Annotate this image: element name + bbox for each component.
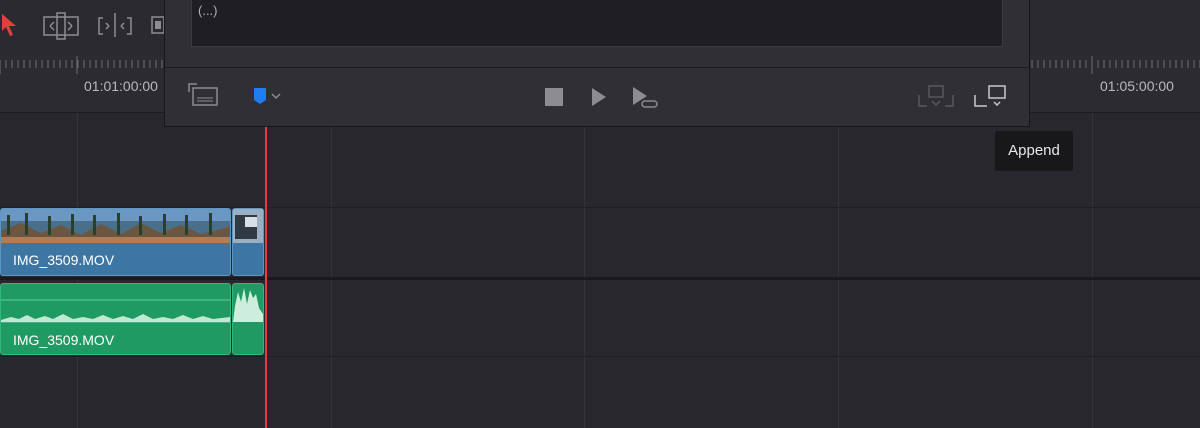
video-clip[interactable]: IMG_3509.MOV — [0, 208, 231, 276]
playhead[interactable] — [265, 112, 267, 428]
render-text-value: (...) — [198, 3, 218, 18]
render-cache-icon[interactable] — [187, 82, 221, 110]
timecode-label-1: 01:01:00:00 — [84, 78, 158, 94]
render-panel: (...) — [164, 0, 1030, 127]
grid-line — [1092, 113, 1093, 428]
render-panel-controls — [165, 67, 1029, 128]
play-loop-icon[interactable] — [633, 87, 659, 109]
grid-line — [331, 113, 332, 428]
insert-icon[interactable] — [917, 84, 955, 110]
grid-line — [838, 113, 839, 428]
stop-icon[interactable] — [545, 88, 563, 106]
audio-waveform — [1, 299, 230, 323]
trim-tool-icon[interactable] — [42, 10, 80, 40]
timecode-label-2: 01:05:00:00 — [1100, 78, 1174, 94]
audio-clip-segment[interactable] — [232, 283, 264, 355]
audio-clip-name: IMG_3509.MOV — [13, 332, 115, 348]
append-icon[interactable] — [973, 84, 1009, 110]
dynamic-trim-icon[interactable] — [97, 10, 133, 40]
play-icon[interactable] — [592, 88, 606, 106]
video-audio-divider — [0, 277, 1200, 280]
pointer-tool-icon[interactable] — [0, 12, 20, 38]
video-thumbnail — [233, 209, 263, 243]
audio-clip[interactable]: IMG_3509.MOV — [0, 283, 231, 355]
video-thumbnail-strip — [1, 209, 230, 243]
video-clip-segment[interactable] — [232, 208, 264, 276]
append-tooltip: Append — [995, 131, 1073, 171]
audio-waveform — [233, 288, 263, 322]
flag-marker-icon[interactable] — [253, 86, 283, 106]
blade-tool-icon[interactable] — [150, 10, 164, 40]
render-text-field[interactable]: (...) — [191, 0, 1003, 47]
track-divider — [0, 356, 1200, 357]
video-clip-name: IMG_3509.MOV — [13, 252, 115, 268]
grid-line — [584, 113, 585, 428]
